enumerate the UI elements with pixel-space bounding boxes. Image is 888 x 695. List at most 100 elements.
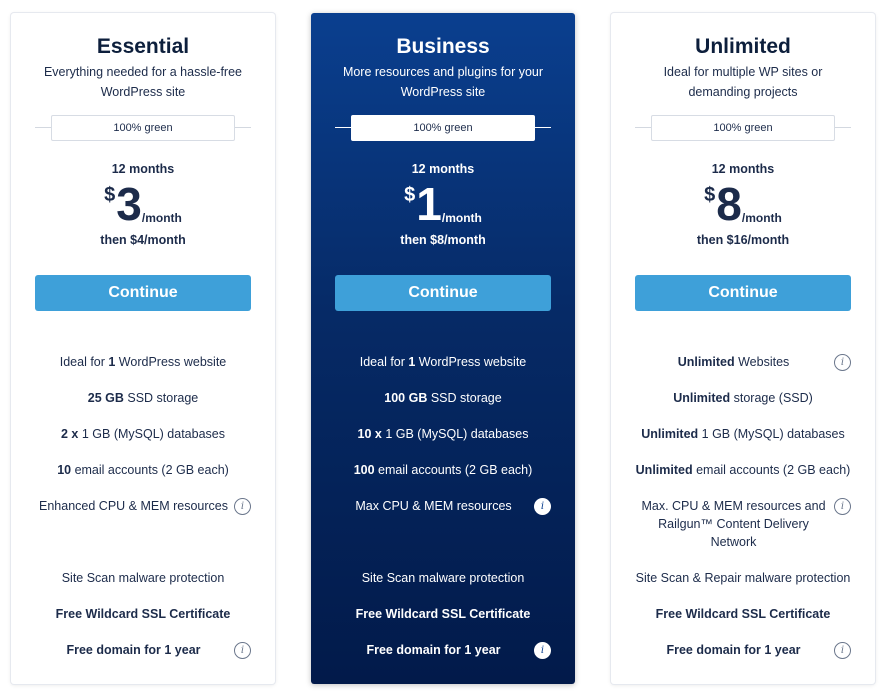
feature-text: Site Scan malware protection xyxy=(361,571,525,585)
plan-name: Essential xyxy=(96,35,190,58)
price-amount: 3 xyxy=(116,178,142,230)
plan-card-unlimited: Unlimited Ideal for multiple WP sites or… xyxy=(611,13,875,684)
continue-button[interactable]: Continue xyxy=(335,275,551,311)
price-period: /month xyxy=(141,211,182,225)
feature-text: SSD storage xyxy=(123,391,199,405)
plan-description: Everything needed for a hassle-free Word… xyxy=(43,65,243,99)
feature-text: 1 GB (MySQL) databases xyxy=(78,427,225,441)
info-icon[interactable]: i xyxy=(234,498,251,515)
feature-text-bold: 2 x xyxy=(61,427,79,441)
feature-storage: 100 GB SSD storage xyxy=(335,389,551,407)
plan-name: Unlimited xyxy=(695,35,791,58)
feature-storage: 25 GB SSD storage xyxy=(35,389,251,407)
feature-websites: Ideal for 1 WordPress website xyxy=(335,353,551,371)
feature-text-bold: Free Wildcard SSL Certificate xyxy=(355,607,531,621)
feature-domain: Free domain for 1 year i xyxy=(335,641,551,659)
feature-email: 10 email accounts (2 GB each) xyxy=(35,461,251,479)
feature-text-bold: 25 GB xyxy=(87,391,124,405)
feature-text-bold: 100 xyxy=(353,463,375,477)
feature-text-bold: Free domain for 1 year xyxy=(66,643,201,657)
feature-resources: Enhanced CPU & MEM resources i xyxy=(35,497,251,515)
feature-text-bold: Unlimited xyxy=(673,391,731,405)
feature-email: Unlimited email accounts (2 GB each) xyxy=(635,461,851,479)
plan-term: 12 months xyxy=(711,162,775,176)
feature-text-bold: Unlimited xyxy=(677,355,735,369)
feature-malware: Site Scan & Repair malware protection xyxy=(635,569,851,587)
green-badge: 100% green xyxy=(651,115,835,141)
feature-resources: Max CPU & MEM resources i xyxy=(335,497,551,515)
price-currency: $ xyxy=(104,184,116,206)
feature-databases: 10 x 1 GB (MySQL) databases xyxy=(335,425,551,443)
feature-resources: Max. CPU & MEM resources and Railgun™ Co… xyxy=(635,497,851,551)
feature-databases: Unlimited 1 GB (MySQL) databases xyxy=(635,425,851,443)
feature-text-bold: Free Wildcard SSL Certificate xyxy=(55,607,231,621)
info-icon[interactable]: i xyxy=(834,498,851,515)
feature-storage: Unlimited storage (SSD) xyxy=(635,389,851,407)
feature-text: email accounts (2 GB each) xyxy=(71,463,229,477)
feature-text: 1 GB (MySQL) databases xyxy=(381,427,529,441)
feature-text: 1 GB (MySQL) databases xyxy=(698,427,845,441)
feature-ssl: Free Wildcard SSL Certificate xyxy=(335,605,551,623)
price-currency: $ xyxy=(404,184,416,206)
feature-text: SSD storage xyxy=(427,391,502,405)
feature-email: 100 email accounts (2 GB each) xyxy=(335,461,551,479)
plan-term: 12 months xyxy=(411,162,475,176)
feature-text-bold: Free domain for 1 year xyxy=(366,643,501,657)
info-icon[interactable]: i xyxy=(834,642,851,659)
feature-text: WordPress website xyxy=(115,355,227,369)
feature-text-bold: Unlimited xyxy=(641,427,699,441)
info-icon[interactable]: i xyxy=(234,642,251,659)
feature-text: Websites xyxy=(734,355,790,369)
feature-text: Max. CPU & MEM resources and Railgun™ Co… xyxy=(641,499,826,549)
feature-text-bold: 10 x xyxy=(357,427,382,441)
feature-text: storage (SSD) xyxy=(730,391,813,405)
feature-text-bold: 100 GB xyxy=(384,391,428,405)
plan-card-essential: Essential Everything needed for a hassle… xyxy=(11,13,275,684)
price-amount: 8 xyxy=(716,178,742,230)
feature-websites: Ideal for 1 WordPress website xyxy=(35,353,251,371)
feature-ssl: Free Wildcard SSL Certificate xyxy=(35,605,251,623)
feature-text: email accounts (2 GB each) xyxy=(692,463,851,477)
feature-domain: Free domain for 1 year i xyxy=(635,641,851,659)
feature-ssl: Free Wildcard SSL Certificate xyxy=(635,605,851,623)
feature-databases: 2 x 1 GB (MySQL) databases xyxy=(35,425,251,443)
feature-domain: Free domain for 1 year i xyxy=(35,641,251,659)
continue-button[interactable]: Continue xyxy=(35,275,251,311)
info-icon[interactable]: i xyxy=(534,642,551,659)
feature-text: Enhanced CPU & MEM resources xyxy=(39,499,228,513)
feature-text: Site Scan & Repair malware protection xyxy=(635,571,851,585)
price-period: /month xyxy=(741,211,782,225)
plan-term: 12 months xyxy=(111,162,175,176)
feature-text: Ideal for xyxy=(359,355,409,369)
renewal-price: then $16/month xyxy=(696,233,790,247)
feature-text: WordPress website xyxy=(415,355,527,369)
feature-malware: Site Scan malware protection xyxy=(335,569,551,587)
feature-text-bold: Free domain for 1 year xyxy=(666,643,801,657)
renewal-price: then $4/month xyxy=(100,233,186,247)
feature-text: Max CPU & MEM resources xyxy=(355,499,512,513)
feature-text-bold: 10 xyxy=(57,463,72,477)
price: $1/month xyxy=(311,179,575,229)
renewal-price: then $8/month xyxy=(400,233,486,247)
plan-description: More resources and plugins for your Word… xyxy=(342,65,544,99)
info-icon[interactable]: i xyxy=(834,354,851,371)
green-badge: 100% green xyxy=(351,115,535,141)
price: $3/month xyxy=(11,179,275,229)
green-badge: 100% green xyxy=(51,115,235,141)
info-icon[interactable]: i xyxy=(534,498,551,515)
feature-text: Site Scan malware protection xyxy=(61,571,225,585)
price-period: /month xyxy=(441,211,482,225)
plan-description: Ideal for multiple WP sites or demanding… xyxy=(663,65,823,99)
plan-name: Business xyxy=(396,35,490,58)
feature-text: email accounts (2 GB each) xyxy=(374,463,533,477)
feature-websites: Unlimited Websites i xyxy=(635,353,851,371)
feature-text-bold: Unlimited xyxy=(635,463,693,477)
price: $8/month xyxy=(611,179,875,229)
price-amount: 1 xyxy=(416,178,442,230)
price-currency: $ xyxy=(704,184,716,206)
continue-button[interactable]: Continue xyxy=(635,275,851,311)
plan-card-business: Business More resources and plugins for … xyxy=(311,13,575,684)
feature-malware: Site Scan malware protection xyxy=(35,569,251,587)
feature-text-bold: Free Wildcard SSL Certificate xyxy=(655,607,831,621)
feature-text: Ideal for xyxy=(59,355,109,369)
